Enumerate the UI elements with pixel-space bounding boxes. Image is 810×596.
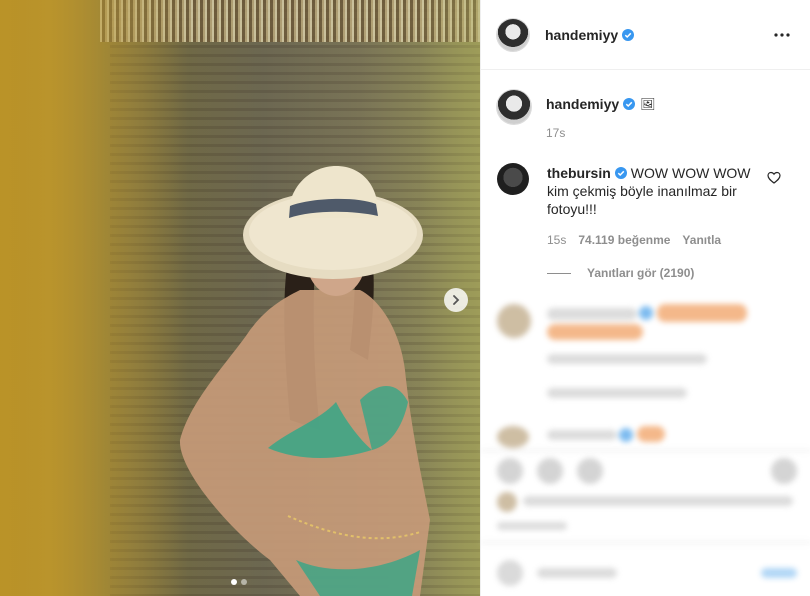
blurred-icon [577, 458, 603, 484]
blurred-divider [481, 542, 810, 543]
blurred-text [497, 522, 567, 530]
caption-avatar[interactable] [497, 90, 531, 124]
comment-actions: 15s 74.119 beğenme Yanıtla [547, 233, 721, 247]
blurred-icon [771, 458, 797, 484]
comment-time[interactable]: 15s [547, 233, 566, 247]
carousel-dot-active [231, 579, 237, 585]
blurred-avatar [497, 492, 517, 512]
carousel-dot [241, 579, 247, 585]
view-replies-label: Yanıtları gör (2190) [587, 266, 695, 280]
reply-button[interactable]: Yanıtla [682, 233, 721, 247]
comment-item: thebursin WOW WOW WOW kim çekmiş böyle i… [497, 163, 807, 218]
author-username[interactable]: handemiyy [545, 27, 618, 43]
heart-outline-icon[interactable] [767, 171, 781, 185]
blurred-text [547, 308, 637, 320]
replies-divider [547, 272, 571, 274]
verified-badge-icon [623, 98, 636, 110]
blurred-text [547, 354, 707, 364]
woman-figure [179, 166, 430, 596]
commenter-avatar[interactable] [497, 163, 529, 195]
blurred-text [761, 568, 797, 578]
next-photo-button[interactable] [444, 288, 468, 312]
post-header: handemiyy [481, 0, 810, 70]
blurred-avatar [497, 426, 529, 448]
blurred-text [547, 388, 687, 398]
blurred-avatar [497, 304, 531, 338]
blurred-icon [497, 458, 523, 484]
post-photo[interactable] [0, 0, 480, 596]
blurred-text [547, 430, 617, 440]
view-replies-button[interactable]: Yanıtları gör (2190) [547, 266, 694, 280]
caption-username[interactable]: handemiyy [546, 96, 619, 112]
commenter-username[interactable]: thebursin [547, 165, 611, 181]
blurred-divider [481, 450, 810, 451]
more-options-button[interactable] [770, 23, 794, 47]
post-details-panel: handemiyy handemiyy 🖼 17s thebursin WOW … [480, 0, 810, 596]
carousel-indicator [231, 579, 247, 585]
caption-time[interactable]: 17s [546, 126, 655, 140]
blurred-text [523, 496, 793, 506]
post-caption: handemiyy 🖼 17s [497, 90, 655, 140]
caption-text: 🖼 [640, 97, 656, 111]
blurred-badge [619, 428, 633, 442]
verified-badge-icon [622, 28, 635, 41]
blurred-text [657, 304, 747, 322]
comment-likes[interactable]: 74.119 beğenme [578, 233, 670, 247]
verified-badge-icon [614, 167, 627, 179]
chevron-right-icon [453, 295, 460, 305]
author-avatar[interactable] [497, 18, 529, 51]
blurred-text [537, 568, 617, 578]
blurred-text [637, 426, 665, 442]
blurred-icon [497, 560, 523, 586]
more-horizontal-icon [774, 32, 790, 37]
blurred-icon [537, 458, 563, 484]
blurred-comments-area [481, 292, 810, 596]
blurred-badge [639, 306, 653, 320]
blurred-text [547, 324, 643, 340]
